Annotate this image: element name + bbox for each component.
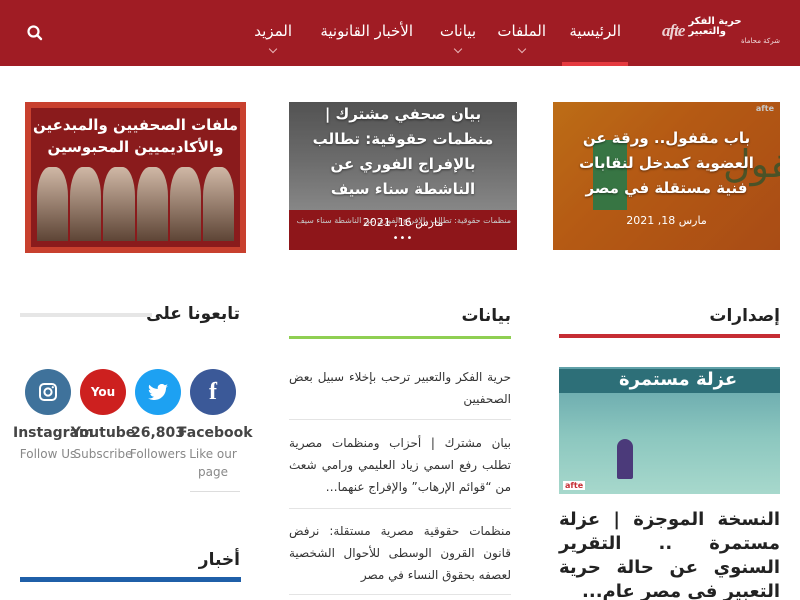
section-rule bbox=[559, 334, 780, 338]
featured-post-2[interactable]: منظمات حقوقية: تطالب بالإفراج الفوري عن … bbox=[289, 102, 517, 250]
figure-illustration bbox=[617, 439, 633, 479]
nav-files[interactable]: الملفات bbox=[497, 22, 546, 54]
twitter-icon[interactable] bbox=[135, 369, 181, 415]
logo-mark: afte bbox=[662, 21, 685, 40]
search-button[interactable] bbox=[26, 24, 44, 42]
more-dots-icon: ••• bbox=[392, 233, 414, 244]
nav-legal-news[interactable]: الأخبار القانونية bbox=[320, 22, 413, 40]
chevron-down-icon bbox=[268, 44, 278, 54]
logo-title: حرية الفكر والتعبير bbox=[688, 15, 742, 38]
list-divider bbox=[289, 594, 511, 595]
section-rule bbox=[20, 577, 241, 582]
social-sub: Follow Us bbox=[19, 447, 77, 461]
list-divider bbox=[289, 508, 511, 509]
featured-date: مارس 16, 2021 bbox=[362, 216, 444, 229]
nav-active-indicator bbox=[562, 62, 628, 66]
nav-more[interactable]: المزيد bbox=[254, 22, 292, 54]
social-name: Instagram bbox=[13, 425, 94, 441]
featured-post-1[interactable]: مقفول afte باب مقفول.. ورقة عن العضوية ك… bbox=[553, 102, 780, 250]
release-image[interactable]: عزلة مستمرة afte bbox=[559, 367, 780, 494]
section-title-follow: تابعونا على bbox=[146, 304, 240, 324]
search-icon bbox=[27, 25, 43, 41]
chevron-down-icon bbox=[517, 44, 526, 54]
statement-item[interactable]: منظمات حقوقية مصرية مستقلة: نرفض قانون ا… bbox=[289, 520, 511, 586]
logo-subtitle: شركة محاماة bbox=[741, 36, 780, 45]
youtube-icon[interactable]: You bbox=[80, 369, 126, 415]
section-title-releases: إصدارات bbox=[709, 306, 780, 326]
instagram-icon[interactable] bbox=[25, 369, 71, 415]
section-rule bbox=[289, 336, 511, 339]
nav-home[interactable]: الرئيسية bbox=[569, 22, 621, 40]
list-divider bbox=[289, 419, 511, 420]
featured-date: مارس 18, 2021 bbox=[626, 214, 707, 227]
nav-statements[interactable]: بيانات bbox=[440, 22, 476, 54]
social-instagram[interactable]: Instagram Follow Us bbox=[13, 368, 94, 463]
statement-item[interactable]: حرية الفكر والتعبير ترحب بإخلاء سبيل بعض… bbox=[289, 366, 511, 410]
banner-headline: ملفات الصحفيين والمبدعين والأكاديميين ال… bbox=[32, 116, 239, 156]
featured-banner-prisoners[interactable]: ملفات الصحفيين والمبدعين والأكاديميين ال… bbox=[25, 102, 246, 253]
section-rule bbox=[20, 313, 152, 317]
section-title-statements: بيانات bbox=[461, 306, 511, 326]
top-header: afte حرية الفكر والتعبير شركة محاماة الر… bbox=[0, 0, 800, 66]
site-logo[interactable]: afte حرية الفكر والتعبير شركة محاماة bbox=[662, 16, 780, 46]
divider bbox=[190, 491, 240, 492]
featured-title[interactable]: بيان صحفي مشترك | منظمات حقوقية: تطالب ب… bbox=[299, 102, 507, 202]
people-photo-strip bbox=[37, 167, 235, 241]
featured-title[interactable]: باب مقفول.. ورقة عن العضوية كمدخل لنقابا… bbox=[563, 126, 770, 201]
logo-text: حرية الفكر والتعبير شركة محاماة bbox=[688, 15, 780, 45]
release-title[interactable]: النسخة الموجزة | عزلة مستمرة .. التقرير … bbox=[559, 508, 780, 600]
image-band: عزلة مستمرة bbox=[559, 369, 780, 393]
chevron-down-icon bbox=[453, 44, 463, 54]
section-title-news: أخبار bbox=[198, 550, 240, 570]
image-tag: afte bbox=[563, 481, 586, 490]
facebook-icon[interactable]: f bbox=[190, 369, 236, 415]
statement-item[interactable]: بيان مشترك | أحزاب ومنظمات مصرية تطلب رف… bbox=[289, 432, 511, 498]
